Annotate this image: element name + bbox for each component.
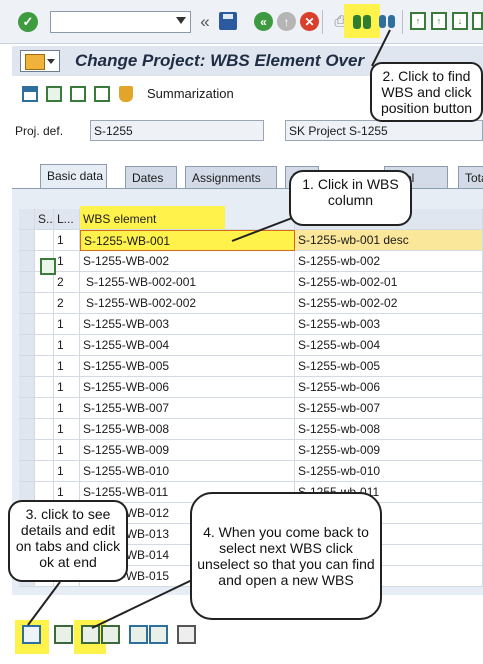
callout-3-pointer xyxy=(27,581,61,626)
callout-1-pointer xyxy=(231,214,301,242)
callout-4-pointer xyxy=(91,579,193,629)
callout-find-wbs: 2. Click to find WBS and click position … xyxy=(370,62,483,122)
callout-see-details: 3. click to see details and edit on tabs… xyxy=(8,500,128,582)
callout-click-wbs-column: 1. Click in WBS column xyxy=(289,170,412,226)
callout-2-pointer xyxy=(371,29,391,67)
callout-unselect: 4. When you come back to select next WBS… xyxy=(190,492,382,620)
